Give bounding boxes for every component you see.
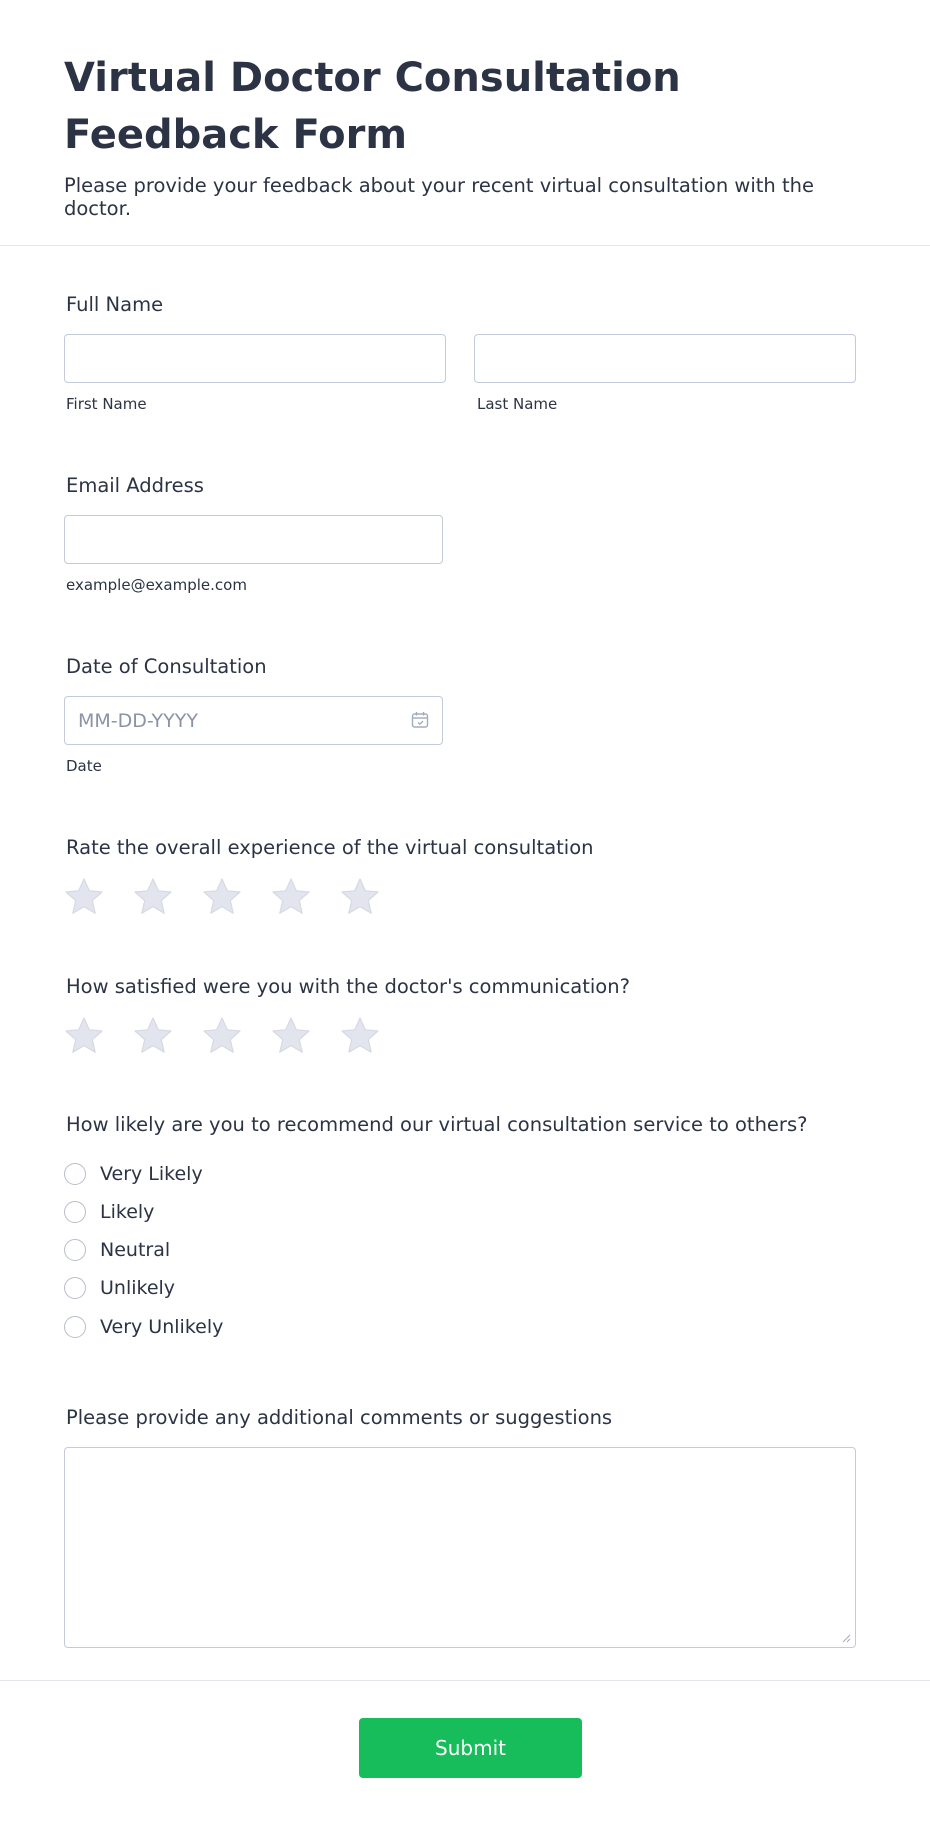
rating-overall-stars <box>63 876 408 918</box>
radio-label: Likely <box>100 1201 155 1223</box>
star-icon[interactable] <box>132 876 174 918</box>
star-icon[interactable] <box>132 1015 174 1057</box>
last-name-sublabel: Last Name <box>477 395 558 413</box>
form-title: Virtual Doctor Consultation Feedback For… <box>64 55 681 158</box>
full-name-label: Full Name <box>66 293 164 316</box>
date-input[interactable]: MM-DD-YYYY <box>64 696 443 745</box>
rating-overall-label: Rate the overall experience of the virtu… <box>66 836 594 859</box>
star-icon[interactable] <box>201 876 243 918</box>
star-icon[interactable] <box>270 1015 312 1057</box>
comments-label: Please provide any additional comments o… <box>66 1406 613 1429</box>
email-label: Email Address <box>66 474 204 497</box>
first-name-sublabel: First Name <box>66 395 147 413</box>
submit-button[interactable]: Submit <box>359 1718 582 1778</box>
last-name-input[interactable] <box>474 334 856 383</box>
radio-label: Unlikely <box>100 1277 176 1299</box>
star-icon[interactable] <box>270 876 312 918</box>
calendar-icon[interactable] <box>410 710 430 730</box>
radio-button[interactable] <box>64 1201 86 1223</box>
first-name-input[interactable] <box>64 334 446 383</box>
radio-option-neutral[interactable]: Neutral <box>64 1239 170 1261</box>
date-sublabel: Date <box>66 757 102 775</box>
radio-label: Very Unlikely <box>100 1316 224 1338</box>
email-input[interactable] <box>64 515 443 564</box>
radio-option-very-unlikely[interactable]: Very Unlikely <box>64 1316 223 1338</box>
radio-option-very-likely[interactable]: Very Likely <box>64 1163 203 1185</box>
star-icon[interactable] <box>63 1015 105 1057</box>
resize-handle-icon[interactable] <box>841 1633 851 1643</box>
radio-label: Very Likely <box>100 1163 203 1185</box>
star-icon[interactable] <box>63 876 105 918</box>
form-page: Virtual Doctor Consultation Feedback For… <box>0 0 930 1828</box>
radio-button[interactable] <box>64 1163 86 1185</box>
radio-option-unlikely[interactable]: Unlikely <box>64 1277 175 1299</box>
footer-divider <box>0 1680 930 1681</box>
comments-textarea[interactable] <box>64 1447 856 1648</box>
email-sublabel: example@example.com <box>66 576 247 594</box>
star-icon[interactable] <box>339 1015 381 1057</box>
date-placeholder: MM-DD-YYYY <box>78 710 198 732</box>
radio-button[interactable] <box>64 1239 86 1261</box>
radio-label: Neutral <box>100 1239 171 1261</box>
star-icon[interactable] <box>339 876 381 918</box>
rating-communication-stars <box>63 1015 408 1057</box>
form-header: Virtual Doctor Consultation Feedback For… <box>0 0 930 246</box>
rating-communication-label: How satisfied were you with the doctor's… <box>66 975 630 998</box>
radio-option-likely[interactable]: Likely <box>64 1201 154 1223</box>
form-subtitle: Please provide your feedback about your … <box>64 174 814 220</box>
radio-button[interactable] <box>64 1277 86 1299</box>
recommend-label: How likely are you to recommend our virt… <box>66 1113 808 1136</box>
star-icon[interactable] <box>201 1015 243 1057</box>
date-label: Date of Consultation <box>66 655 267 678</box>
radio-button[interactable] <box>64 1316 86 1338</box>
